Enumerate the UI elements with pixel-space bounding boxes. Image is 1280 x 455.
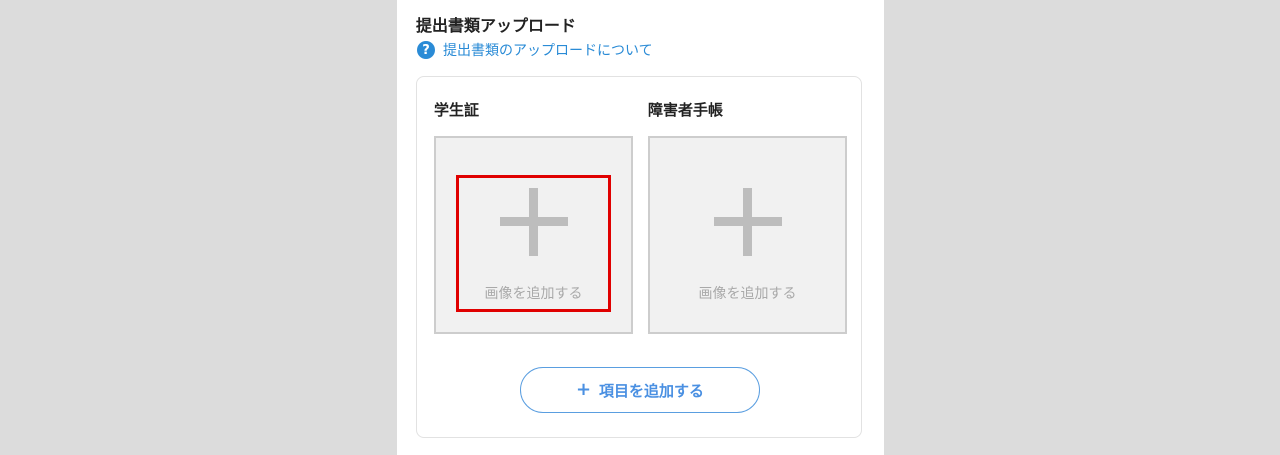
help-link[interactable]: ? 提出書類のアップロードについて [417,40,653,60]
add-item-button[interactable]: + 項目を追加する [520,367,760,413]
section-title: 提出書類アップロード [416,16,577,35]
documents-card: 学生証 障害者手帳 画像を追加する 画像を追加する + 項目を追加する [416,76,862,438]
document-label-student-id: 学生証 [434,101,480,119]
upload-box-disability-card[interactable]: 画像を追加する [648,136,847,334]
add-item-label: 項目を追加する [599,381,705,400]
plus-icon [500,188,568,256]
plus-icon [714,188,782,256]
upload-text: 画像を追加する [484,286,583,302]
question-circle-icon: ? [417,41,435,59]
upload-box-student-id[interactable]: 画像を追加する [434,136,633,334]
document-label-disability-card: 障害者手帳 [648,101,724,119]
upload-panel: 提出書類アップロード ? 提出書類のアップロードについて 学生証 障害者手帳 画… [397,0,884,455]
plus-icon: + [575,379,592,400]
upload-text: 画像を追加する [698,286,797,302]
help-link-label: 提出書類のアップロードについて [443,43,653,59]
